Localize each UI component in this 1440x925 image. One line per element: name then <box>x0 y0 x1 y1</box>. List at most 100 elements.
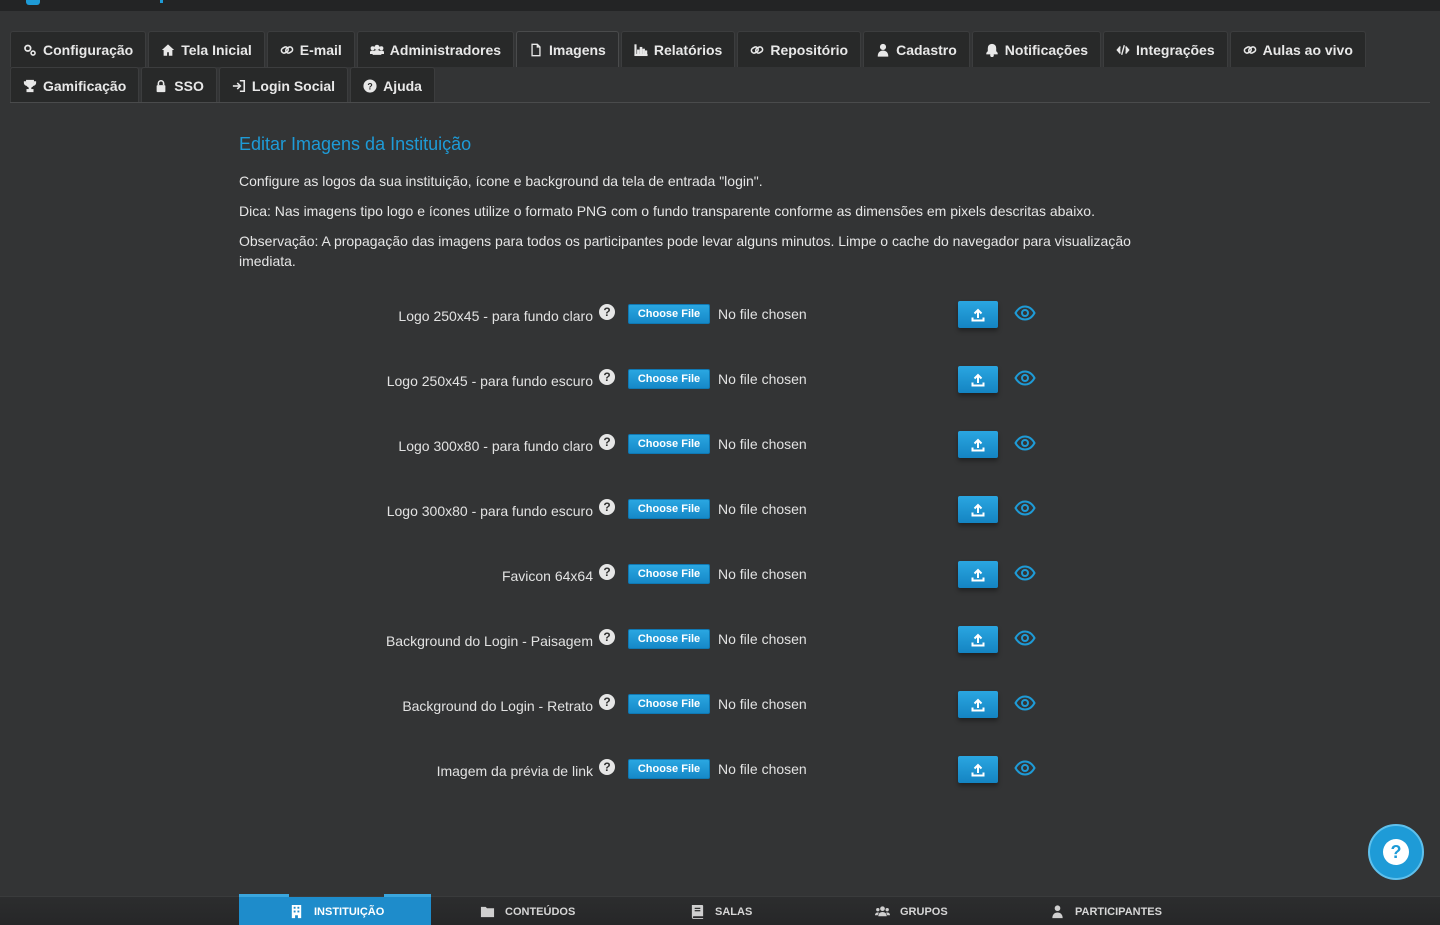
tab-relatorios[interactable]: Relatórios <box>620 31 736 67</box>
help-icon[interactable]: ? <box>599 629 615 645</box>
choose-file-button[interactable]: Choose File <box>628 304 710 324</box>
tab-notificacoes[interactable]: Notificações <box>971 31 1102 67</box>
tab-email[interactable]: E-mail <box>266 31 355 67</box>
help-icon[interactable]: ? <box>599 434 615 450</box>
file-status-text: No file chosen <box>718 306 807 322</box>
upload-button[interactable] <box>958 561 998 588</box>
preview-eye-icon[interactable] <box>1014 759 1036 777</box>
tab-imagens[interactable]: Imagens <box>516 31 619 67</box>
upload-button[interactable] <box>958 431 998 458</box>
preview-eye-icon[interactable] <box>1014 629 1036 647</box>
tab-label: Gamificação <box>43 77 127 94</box>
nav-participantes[interactable]: PARTICIPANTES <box>1050 897 1162 925</box>
tab-label: Integrações <box>1136 41 1215 58</box>
image-field-label: Logo 250x45 - para fundo escuro <box>386 373 593 389</box>
user-icon <box>876 43 890 57</box>
nav-grupos[interactable]: GRUPOS <box>875 897 948 925</box>
tab-label: Login Social <box>251 77 336 94</box>
tab-label: Configuração <box>43 41 134 58</box>
tab-label: Administradores <box>389 41 502 58</box>
choose-file-button[interactable]: Choose File <box>628 369 710 389</box>
tab-integracoes[interactable]: Integrações <box>1103 31 1228 67</box>
file-status-text: No file chosen <box>718 501 807 517</box>
app-logo-icon[interactable] <box>26 0 40 5</box>
nav-conteudos[interactable]: CONTEÚDOS <box>480 897 575 925</box>
tab-administradores[interactable]: Administradores <box>356 31 515 67</box>
users-icon <box>875 906 890 917</box>
tab-label: Repositório <box>770 41 849 58</box>
file-status-text: No file chosen <box>718 696 807 712</box>
choose-file-button[interactable]: Choose File <box>628 499 710 519</box>
upload-icon <box>971 503 985 516</box>
lock-icon <box>154 79 168 93</box>
upload-button[interactable] <box>958 691 998 718</box>
preview-eye-icon[interactable] <box>1014 499 1036 517</box>
help-chat-button[interactable]: ? <box>1368 824 1424 880</box>
tab-label: Aulas ao vivo <box>1262 41 1353 58</box>
upload-button[interactable] <box>958 756 998 783</box>
tab-repositorio[interactable]: Repositório <box>737 31 862 67</box>
file-status-text: No file chosen <box>718 371 807 387</box>
choose-file-button[interactable]: Choose File <box>628 629 710 649</box>
file-icon <box>529 43 543 57</box>
building-icon <box>291 904 302 919</box>
help-icon[interactable]: ? <box>599 369 615 385</box>
link-icon <box>1243 43 1257 57</box>
tab-tela-inicial[interactable]: Tela Inicial <box>148 31 265 67</box>
help-icon[interactable]: ? <box>599 304 615 320</box>
tab-aulas-ao-vivo[interactable]: Aulas ao vivo <box>1229 31 1366 67</box>
help-icon[interactable]: ? <box>599 564 615 580</box>
image-field-label: Background do Login - Retrato <box>402 698 593 714</box>
file-status-text: No file chosen <box>718 631 807 647</box>
image-field-label: Favicon 64x64 <box>501 568 593 584</box>
tab-gamificacao[interactable]: Gamificação <box>10 67 140 103</box>
preview-eye-icon[interactable] <box>1014 434 1036 452</box>
image-field-label: Background do Login - Paisagem <box>385 633 593 649</box>
bottom-navigation: INSTITUIÇÃO CONTEÚDOS SALAS GRUPOS PARTI… <box>0 894 1440 925</box>
gears-icon <box>23 43 37 57</box>
help-icon[interactable]: ? <box>599 759 615 775</box>
folder-icon <box>480 906 495 918</box>
image-field-label: Logo 300x80 - para fundo claro <box>398 438 593 454</box>
settings-tabs: Configuração Tela Inicial E-mail Adminis… <box>10 31 1430 103</box>
tab-label: Relatórios <box>653 41 723 58</box>
choose-file-button[interactable]: Choose File <box>628 564 710 584</box>
preview-eye-icon[interactable] <box>1014 304 1036 322</box>
user-icon <box>1052 905 1063 919</box>
nav-salas[interactable]: SALAS <box>690 897 752 925</box>
tab-login-social[interactable]: Login Social <box>218 67 349 103</box>
tab-label: Notificações <box>1004 41 1089 58</box>
upload-button[interactable] <box>958 626 998 653</box>
upload-button[interactable] <box>958 366 998 393</box>
preview-eye-icon[interactable] <box>1014 694 1036 712</box>
tip-text: Dica: Nas imagens tipo logo e ícones uti… <box>239 203 1095 219</box>
image-upload-row: Logo 300x80 - para fundo escuro? Choose F… <box>239 491 1139 556</box>
choose-file-button[interactable]: Choose File <box>628 434 710 454</box>
tab-configuracao[interactable]: Configuração <box>10 31 147 67</box>
preview-eye-icon[interactable] <box>1014 564 1036 582</box>
help-icon[interactable]: ? <box>599 499 615 515</box>
image-upload-row: Background do Login - Paisagem? Choose Fi… <box>239 621 1139 686</box>
tab-cadastro[interactable]: Cadastro <box>863 31 970 67</box>
page-title: Editar Imagens da Instituição <box>239 134 472 154</box>
top-header-bar <box>0 0 1440 11</box>
nav-label: CONTEÚDOS <box>505 905 576 918</box>
nav-instituicao[interactable]: INSTITUIÇÃO <box>239 894 431 925</box>
tab-row-2: Gamificação SSO Login Social ? Ajuda <box>10 67 1430 103</box>
image-upload-row: Logo 300x80 - para fundo claro? Choose Fi… <box>239 426 1139 491</box>
upload-icon <box>971 633 985 646</box>
choose-file-button[interactable]: Choose File <box>628 759 710 779</box>
bell-icon <box>985 43 999 57</box>
tab-label: Tela Inicial <box>181 41 252 58</box>
tab-sso[interactable]: SSO <box>141 67 217 103</box>
tab-label: Cadastro <box>896 41 957 58</box>
nav-label: GRUPOS <box>900 905 948 918</box>
help-icon[interactable]: ? <box>599 694 615 710</box>
upload-button[interactable] <box>958 301 998 328</box>
upload-button[interactable] <box>958 496 998 523</box>
tab-ajuda[interactable]: ? Ajuda <box>350 67 435 103</box>
preview-eye-icon[interactable] <box>1014 369 1036 387</box>
choose-file-button[interactable]: Choose File <box>628 694 710 714</box>
code-icon <box>1116 43 1130 57</box>
tab-label: SSO <box>174 77 204 94</box>
